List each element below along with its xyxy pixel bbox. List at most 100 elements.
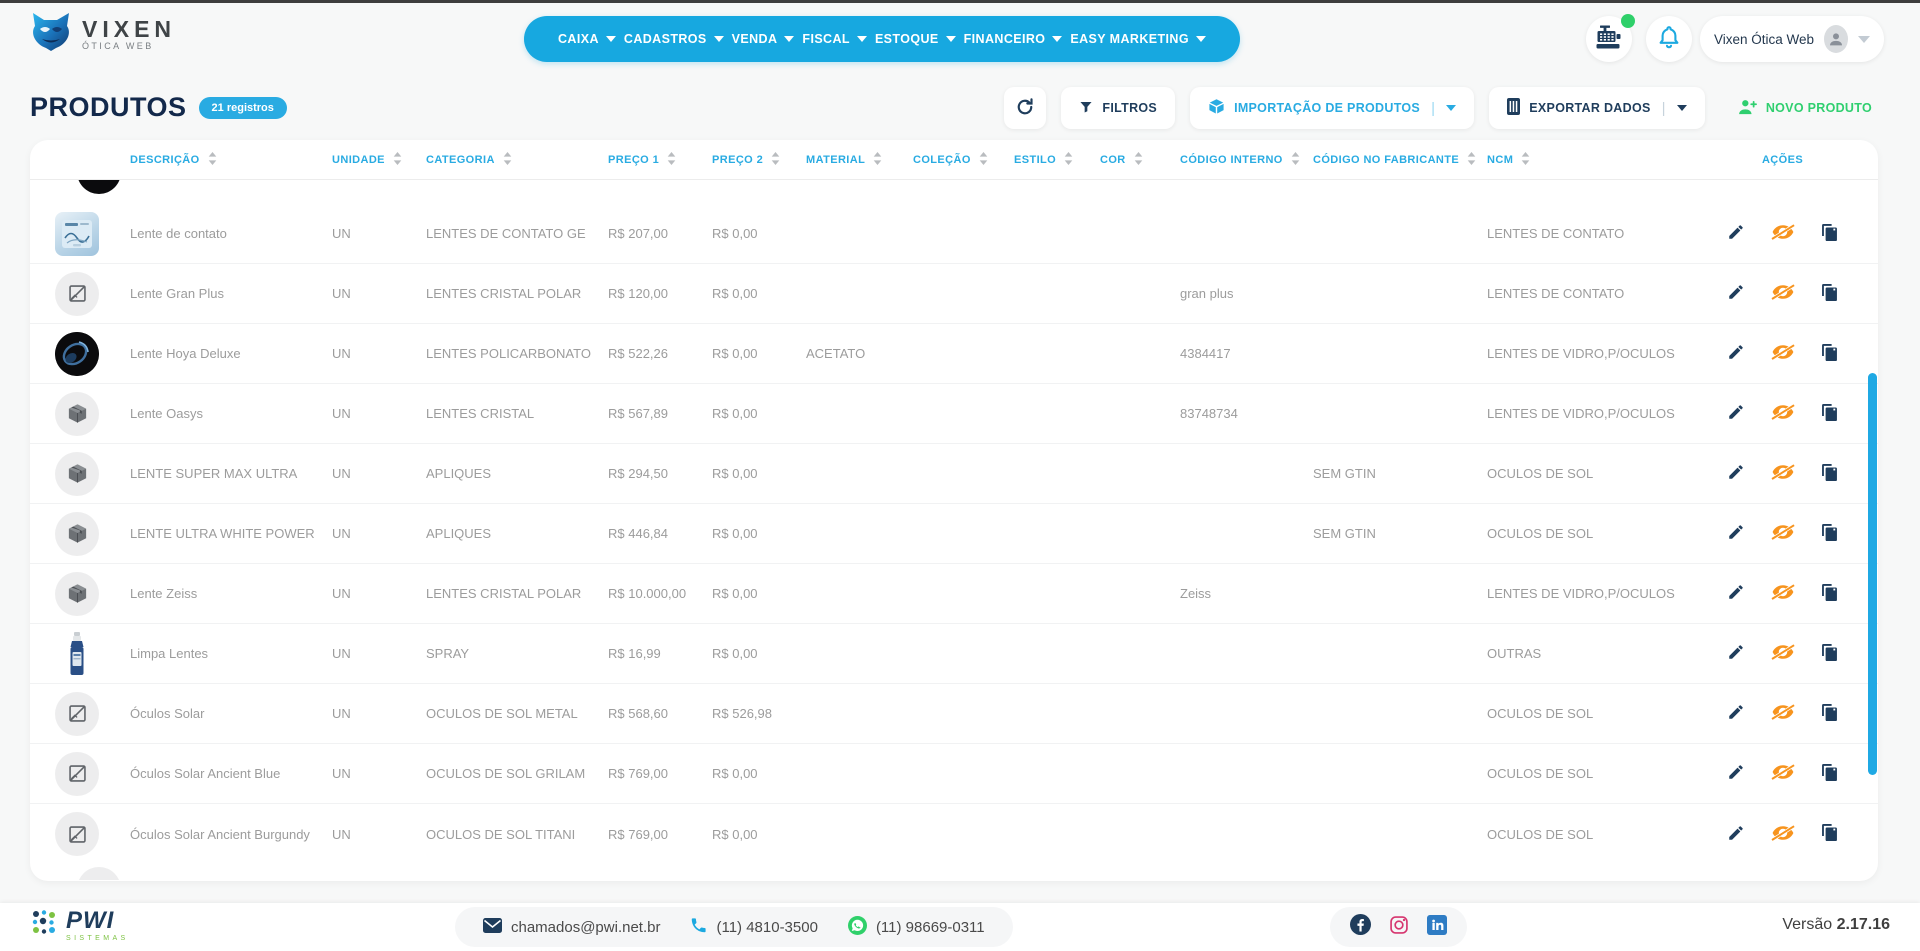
nav-item-venda[interactable]: VENDA	[732, 32, 795, 46]
phone-link[interactable]: (11) 4810-3500	[690, 917, 817, 938]
export-data-button[interactable]: EXPORTAR DADOS |	[1489, 87, 1705, 129]
nav-item-label: FINANCEIRO	[964, 32, 1046, 46]
facebook-icon[interactable]	[1350, 914, 1371, 940]
edit-button[interactable]	[1727, 703, 1745, 724]
whatsapp-link[interactable]: (11) 98669-0311	[848, 916, 985, 939]
chevron-down-icon	[1446, 105, 1456, 111]
import-products-button[interactable]: IMPORTAÇÃO DE PRODUTOS |	[1190, 87, 1474, 129]
column-header-ncm[interactable]: NCM	[1487, 152, 1687, 168]
nav-item-label: ESTOQUE	[875, 32, 939, 46]
column-header-categoria[interactable]: CATEGORIA	[426, 152, 608, 168]
cell-unidade: UN	[332, 526, 426, 541]
cell-descricao: Lente Hoya Deluxe	[130, 346, 332, 361]
sort-icon	[667, 152, 676, 168]
column-header-unidade[interactable]: UNIDADE	[332, 152, 426, 168]
column-header-descri-o[interactable]: DESCRIÇÃO	[130, 152, 332, 168]
refresh-button[interactable]	[1004, 87, 1046, 129]
table-scrollbar[interactable]	[1868, 373, 1877, 775]
nav-item-easy-marketing[interactable]: EASY MARKETING	[1070, 32, 1206, 46]
edit-button[interactable]	[1727, 583, 1745, 604]
table-row: Lente Gran PlusUNLENTES CRISTAL POLARR$ …	[30, 264, 1878, 324]
edit-button[interactable]	[1727, 343, 1745, 364]
table-row-partial-top	[30, 180, 1878, 204]
duplicate-button[interactable]	[1821, 643, 1838, 665]
avatar-cell	[30, 392, 130, 436]
filters-button[interactable]: FILTROS	[1061, 87, 1175, 129]
hide-button[interactable]	[1771, 342, 1795, 365]
hide-button[interactable]	[1771, 642, 1795, 665]
duplicate-button[interactable]	[1821, 403, 1838, 425]
hide-button[interactable]	[1771, 582, 1795, 605]
column-header-label: ESTILO	[1014, 154, 1056, 166]
user-menu[interactable]: Vixen Ótica Web	[1700, 16, 1884, 62]
nav-item-estoque[interactable]: ESTOQUE	[875, 32, 956, 46]
column-header-pre-o-1[interactable]: PREÇO 1	[608, 152, 712, 168]
linkedin-icon[interactable]	[1427, 915, 1447, 940]
sort-icon	[503, 152, 512, 168]
hide-button[interactable]	[1771, 702, 1795, 725]
edit-button[interactable]	[1727, 643, 1745, 664]
cell-categoria: LENTES CRISTAL POLAR	[426, 286, 608, 301]
hide-button[interactable]	[1771, 402, 1795, 425]
cell-preco1: R$ 522,26	[608, 346, 712, 361]
user-name: Vixen Ótica Web	[1714, 32, 1814, 47]
duplicate-button[interactable]	[1821, 523, 1838, 545]
nav-item-fiscal[interactable]: FISCAL	[802, 32, 867, 46]
duplicate-button[interactable]	[1821, 703, 1838, 725]
cell-descricao: Óculos Solar	[130, 706, 332, 721]
edit-button[interactable]	[1727, 763, 1745, 784]
column-header-c-digo-interno[interactable]: CÓDIGO INTERNO	[1180, 152, 1313, 168]
duplicate-button[interactable]	[1821, 223, 1838, 245]
column-header-cor[interactable]: COR	[1100, 152, 1180, 168]
hide-button[interactable]	[1771, 282, 1795, 305]
nav-item-cadastros[interactable]: CADASTROS	[624, 32, 724, 46]
duplicate-button[interactable]	[1821, 283, 1838, 305]
column-header-material[interactable]: MATERIAL	[806, 152, 913, 168]
hide-button[interactable]	[1771, 462, 1795, 485]
cell-unidade: UN	[332, 466, 426, 481]
duplicate-button[interactable]	[1821, 823, 1838, 845]
page-header: PRODUTOS 21 registros FILTROS	[0, 82, 1920, 134]
hide-button[interactable]	[1771, 222, 1795, 245]
edit-button[interactable]	[1727, 463, 1745, 484]
products-table-card: DESCRIÇÃOUNIDADECATEGORIA PREÇO 1PREÇO 2M…	[30, 140, 1878, 881]
column-header-pre-o-2[interactable]: PREÇO 2	[712, 152, 806, 168]
cell-categoria: APLIQUES	[426, 466, 608, 481]
duplicate-button[interactable]	[1821, 583, 1838, 605]
column-header-label: CATEGORIA	[426, 154, 495, 166]
envelope-icon	[483, 918, 502, 937]
notifications-button[interactable]	[1646, 16, 1692, 62]
cell-descricao: LENTE ULTRA WHITE POWER	[130, 526, 332, 541]
cell-categoria: SPRAY	[426, 646, 608, 661]
edit-button[interactable]	[1727, 824, 1745, 845]
duplicate-button[interactable]	[1821, 763, 1838, 785]
duplicate-button[interactable]	[1821, 463, 1838, 485]
hide-button[interactable]	[1771, 823, 1795, 846]
nav-item-caixa[interactable]: CAIXA	[558, 32, 616, 46]
cell-categoria: APLIQUES	[426, 526, 608, 541]
pencil-icon	[1727, 523, 1745, 544]
new-product-button[interactable]: NOVO PRODUTO	[1720, 87, 1890, 129]
edit-button[interactable]	[1727, 223, 1745, 244]
column-header-c-digo-no-fabricante[interactable]: CÓDIGO NO FABRICANTE	[1313, 152, 1487, 168]
nav-item-label: VENDA	[732, 32, 778, 46]
cash-register-button[interactable]	[1586, 16, 1632, 62]
cell-descricao: Limpa Lentes	[130, 646, 332, 661]
row-actions	[1687, 462, 1878, 485]
eye-slash-icon	[1771, 222, 1795, 245]
edit-button[interactable]	[1727, 523, 1745, 544]
avatar-cell	[30, 632, 130, 676]
edit-button[interactable]	[1727, 403, 1745, 424]
hide-button[interactable]	[1771, 522, 1795, 545]
duplicate-button[interactable]	[1821, 343, 1838, 365]
support-email-link[interactable]: chamados@pwi.net.br	[483, 918, 660, 937]
cell-preco2: R$ 0,00	[712, 586, 806, 601]
column-header-estilo[interactable]: ESTILO	[1014, 152, 1100, 168]
column-header-cole-o[interactable]: COLEÇÃO	[913, 152, 1014, 168]
sort-icon	[979, 152, 988, 168]
avatar-cell	[30, 452, 130, 496]
nav-item-financeiro[interactable]: FINANCEIRO	[964, 32, 1063, 46]
hide-button[interactable]	[1771, 762, 1795, 785]
edit-button[interactable]	[1727, 283, 1745, 304]
instagram-icon[interactable]	[1389, 915, 1409, 940]
